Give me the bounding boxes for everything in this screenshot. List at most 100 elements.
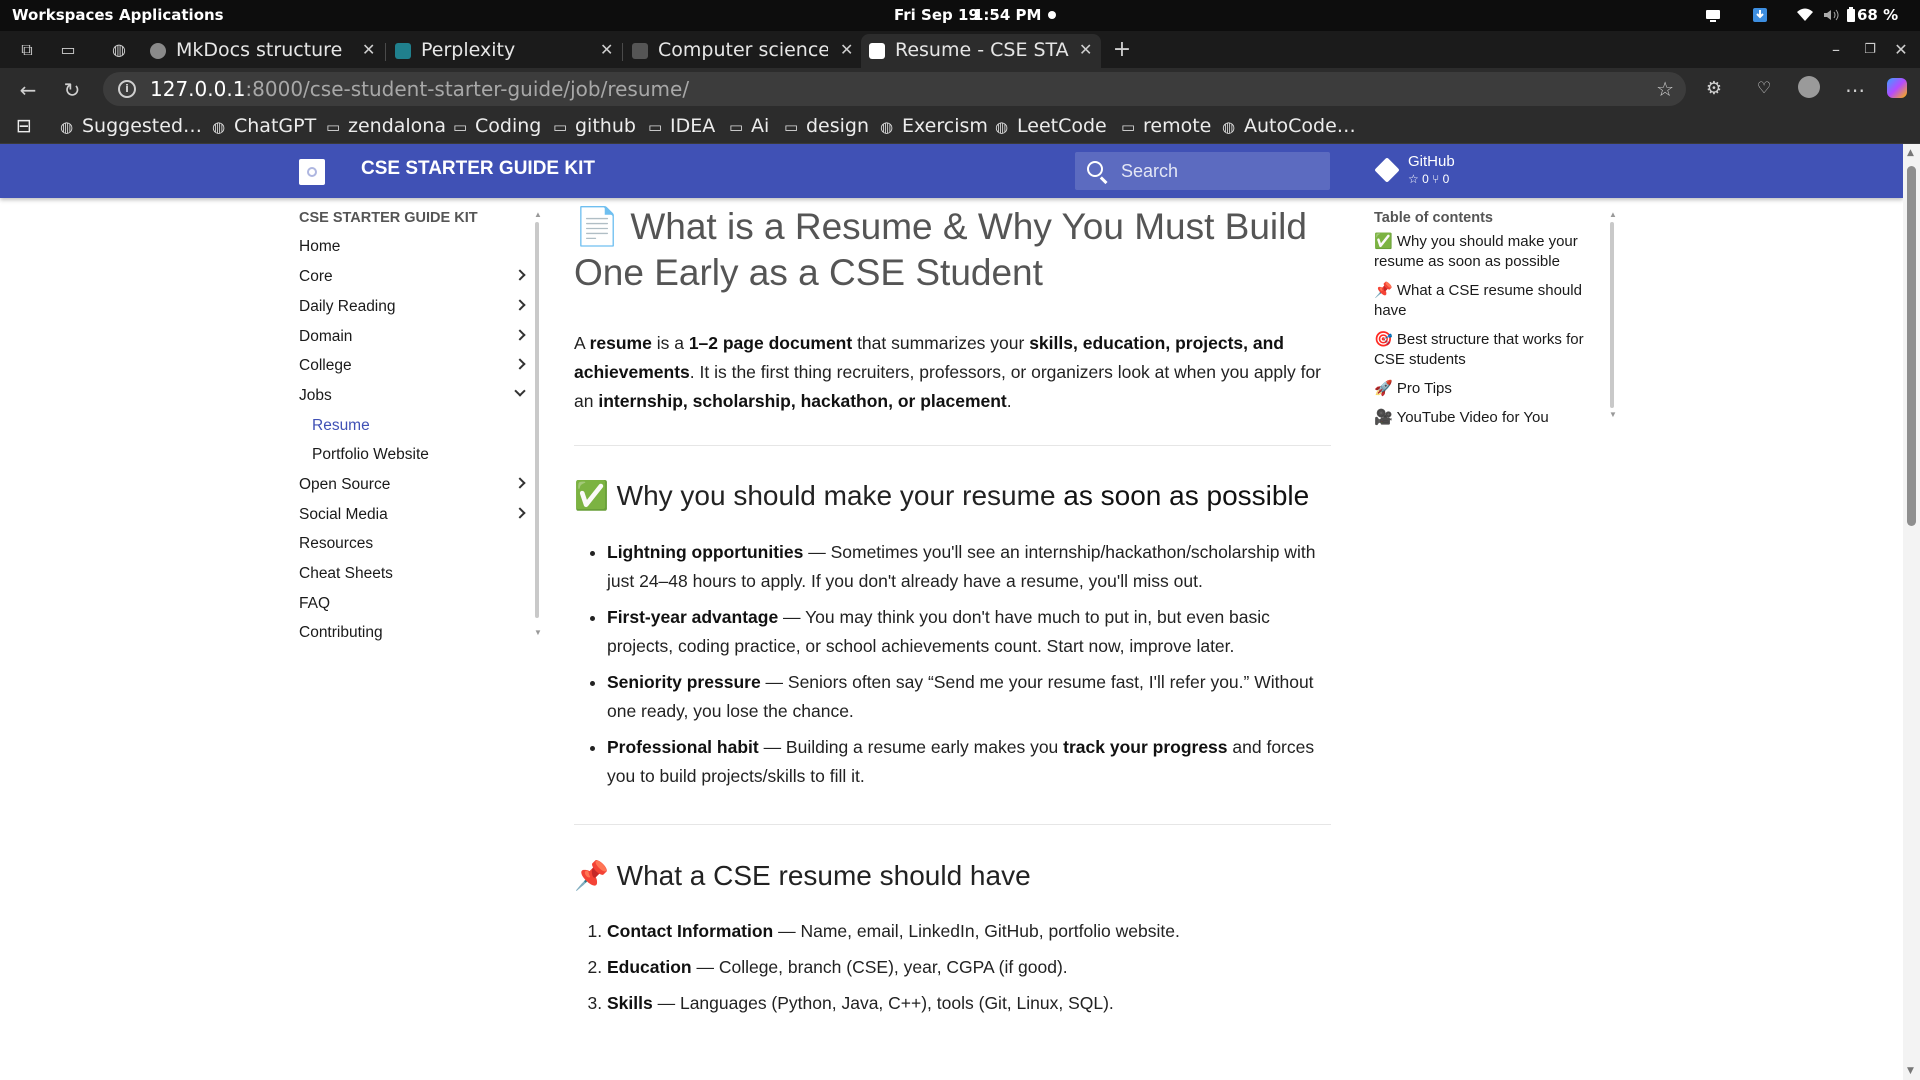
bookmark-chatgpt[interactable]: ◍ ChatGPT	[212, 115, 316, 137]
bookmark-design[interactable]: ▭ design	[784, 115, 869, 137]
tab-title: Resume - CSE START	[895, 39, 1070, 61]
nav-item-cheat-sheets[interactable]: Cheat Sheets	[299, 565, 524, 583]
repo-name: GitHub	[1408, 153, 1455, 170]
scroll-down-icon[interactable]: ▼	[1609, 410, 1617, 419]
search-input[interactable]	[1121, 160, 1311, 182]
tab-perplexity[interactable]: Perplexity ✕	[387, 34, 619, 68]
bookmark-suggested[interactable]: ◍ Suggested…	[60, 115, 202, 137]
folder-icon: ▭	[326, 118, 341, 136]
os-top-bar: Workspaces Applications Fri Sep 19 1:54 …	[0, 0, 1920, 31]
scrollbar-thumb[interactable]	[1907, 166, 1916, 526]
restore-icon[interactable]: ❐	[1859, 39, 1881, 61]
site-header: CSE STARTER GUIDE KIT GitHub ☆ 0 ⑂ 0	[0, 144, 1903, 198]
toc-item-pro-tips[interactable]: 🚀 Pro Tips	[1374, 379, 1599, 399]
more-menu-icon[interactable]: ⋯	[1843, 78, 1867, 102]
profile-avatar-icon[interactable]	[1797, 76, 1821, 103]
tab-actions-icon[interactable]: ▭	[57, 39, 79, 61]
bookmark-star-icon[interactable]: ☆	[1656, 77, 1674, 101]
scroll-down-icon[interactable]: ▼	[1907, 1066, 1914, 1076]
folder-icon: ▭	[453, 118, 468, 136]
applications-menu[interactable]: Applications	[119, 6, 224, 24]
volume-icon[interactable]	[1823, 7, 1839, 23]
scroll-up-icon[interactable]: ▲	[534, 210, 542, 219]
reload-icon[interactable]: ↻	[60, 78, 84, 102]
divider	[574, 445, 1331, 446]
list-item: Professional habit — Building a resume e…	[607, 733, 1331, 791]
site-logo-icon[interactable]	[299, 159, 325, 185]
tab-computer-science[interactable]: Computer science Ch ✕	[624, 34, 858, 68]
nav-item-college[interactable]: College	[299, 357, 526, 375]
back-arrow-icon[interactable]: ←	[16, 78, 40, 102]
nav-item-core[interactable]: Core	[299, 268, 526, 286]
search-box[interactable]	[1075, 152, 1330, 190]
close-tab-icon[interactable]: ✕	[362, 40, 375, 59]
bookmarks-menu-icon[interactable]: ⊟	[16, 115, 32, 137]
bookmark-zendalona[interactable]: ▭ zendalona	[326, 115, 446, 137]
globe-icon[interactable]: ◍	[108, 39, 130, 61]
close-tab-icon[interactable]: ✕	[1079, 40, 1092, 59]
nav-item-home[interactable]: Home	[299, 238, 524, 256]
nav-item-jobs[interactable]: Jobs	[299, 385, 526, 405]
chevron-right-icon	[514, 477, 526, 489]
toc-item-why[interactable]: ✅ Why you should make your resume as soo…	[1374, 232, 1599, 272]
page-title: 📄 What is a Resume & Why You Must Build …	[574, 206, 1307, 293]
address-bar[interactable]: i 127.0.0.1:8000/cse-student-starter-gui…	[103, 72, 1686, 106]
bookmark-coding[interactable]: ▭ Coding	[453, 115, 541, 137]
site-title[interactable]: CSE STARTER GUIDE KIT	[361, 158, 595, 180]
nav-item-social-media[interactable]: Social Media	[299, 506, 526, 524]
scroll-down-icon[interactable]: ▼	[534, 628, 542, 637]
bookmark-github[interactable]: ▭ github	[553, 115, 636, 137]
tab-favicon-icon	[632, 43, 648, 59]
scroll-up-icon[interactable]: ▲	[1907, 148, 1914, 158]
close-tab-icon[interactable]: ✕	[840, 40, 853, 59]
bookmark-exercism[interactable]: ◍ Exercism	[880, 115, 988, 137]
document-icon: 📄	[574, 206, 621, 247]
globe-icon: ◍	[60, 118, 74, 136]
workspaces-menu[interactable]: Workspaces	[12, 6, 113, 24]
nav-item-domain[interactable]: Domain	[299, 328, 526, 346]
site-info-icon[interactable]: i	[118, 80, 136, 98]
nav-item-resume[interactable]: Resume	[312, 417, 524, 435]
scroll-up-icon[interactable]: ▲	[1609, 210, 1617, 219]
tab-resume[interactable]: Resume - CSE START ✕	[861, 34, 1101, 68]
wifi-icon[interactable]	[1797, 7, 1813, 23]
tab-mkdocs[interactable]: MkDocs structure su ✕	[142, 34, 382, 68]
toc-item-structure[interactable]: 🎯 Best structure that works for CSE stud…	[1374, 330, 1599, 370]
chevron-down-icon	[514, 385, 526, 397]
nav-item-contributing[interactable]: Contributing	[299, 624, 524, 642]
extensions-icon[interactable]: ⚙	[1702, 78, 1726, 99]
bookmark-autocode[interactable]: ◍ AutoCode…	[1222, 115, 1356, 137]
workspaces-tab-icon[interactable]: ⧉	[16, 39, 38, 61]
bookmark-idea[interactable]: ▭ IDEA	[648, 115, 715, 137]
list-item: Education — College, branch (CSE), year,…	[607, 953, 1331, 982]
toc-item-youtube[interactable]: 🎥 YouTube Video for You	[1374, 408, 1599, 428]
clock-time[interactable]: 1:54 PM	[973, 6, 1041, 24]
url-text[interactable]: 127.0.0.1:8000/cse-student-starter-guide…	[150, 77, 689, 101]
copilot-icon[interactable]	[1885, 78, 1909, 103]
page-scrollbar[interactable]: ▲ ▼	[1903, 144, 1920, 1080]
new-tab-button[interactable]: +	[1111, 39, 1133, 61]
close-tab-icon[interactable]: ✕	[600, 40, 613, 59]
list-item: Contact Information — Name, email, Linke…	[607, 917, 1331, 946]
nav-item-open-source[interactable]: Open Source	[299, 476, 526, 494]
clock-date[interactable]: Fri Sep 19	[894, 6, 979, 24]
minimize-icon[interactable]: –	[1825, 39, 1847, 61]
screen-share-icon[interactable]	[1705, 7, 1721, 23]
nav-scrollbar[interactable]	[535, 222, 539, 618]
globe-icon: ◍	[1222, 118, 1236, 136]
nav-item-portfolio-website[interactable]: Portfolio Website	[312, 446, 524, 464]
toc-item-what[interactable]: 📌 What a CSE resume should have	[1374, 281, 1599, 321]
heart-monitor-icon[interactable]: ♡	[1752, 78, 1776, 97]
toc-scrollbar[interactable]	[1610, 222, 1614, 408]
nav-item-resources[interactable]: Resources	[299, 535, 524, 553]
nav-item-faq[interactable]: FAQ	[299, 595, 524, 613]
notification-dot-icon	[1048, 11, 1056, 19]
bookmark-remote[interactable]: ▭ remote	[1121, 115, 1211, 137]
bookmark-ai[interactable]: ▭ Ai	[729, 115, 769, 137]
tab-favicon-icon	[395, 43, 411, 59]
download-icon[interactable]	[1752, 7, 1768, 23]
bookmark-leetcode[interactable]: ◍ LeetCode	[995, 115, 1107, 137]
nav-item-daily-reading[interactable]: Daily Reading	[299, 298, 526, 316]
chevron-right-icon	[514, 269, 526, 281]
close-window-icon[interactable]: ✕	[1890, 39, 1912, 61]
